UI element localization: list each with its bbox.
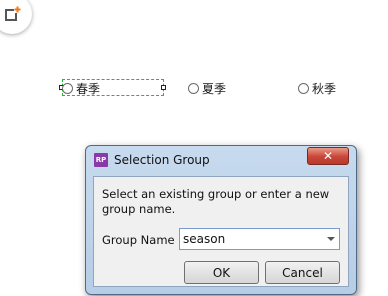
radio-summer[interactable]: 夏季 (188, 80, 226, 96)
selection-group-dialog: RP Selection Group ✕ Select an existing … (85, 145, 357, 295)
radio-autumn[interactable]: 秋季 (298, 80, 336, 96)
add-page-icon (5, 6, 21, 21)
radio-circle[interactable] (188, 82, 199, 94)
add-widget-button[interactable] (0, 0, 32, 34)
dialog-title: Selection Group (114, 153, 210, 167)
dialog-instructions: Select an existing group or enter a new … (102, 187, 330, 216)
ok-button[interactable]: OK (184, 261, 259, 284)
axure-app-icon: RP (94, 153, 108, 167)
radio-label-spring: 春季 (76, 81, 101, 96)
group-name-combobox[interactable] (179, 228, 340, 250)
chevron-down-icon[interactable] (327, 237, 335, 241)
group-name-input[interactable] (180, 232, 323, 246)
cancel-button[interactable]: Cancel (265, 261, 340, 284)
dialog-titlebar[interactable]: RP Selection Group ✕ (86, 146, 356, 174)
radio-circle[interactable] (62, 82, 73, 94)
group-name-label: Group Name (102, 233, 175, 247)
dialog-body: Select an existing group or enter a new … (93, 176, 349, 287)
close-button[interactable]: ✕ (307, 147, 349, 165)
radio-label-autumn: 秋季 (312, 81, 337, 96)
resize-handle-right[interactable] (161, 85, 166, 90)
radio-spring[interactable]: 春季 (62, 80, 100, 96)
radio-label-summer: 夏季 (202, 81, 227, 96)
close-icon: ✕ (322, 149, 334, 163)
radio-circle[interactable] (298, 82, 309, 94)
